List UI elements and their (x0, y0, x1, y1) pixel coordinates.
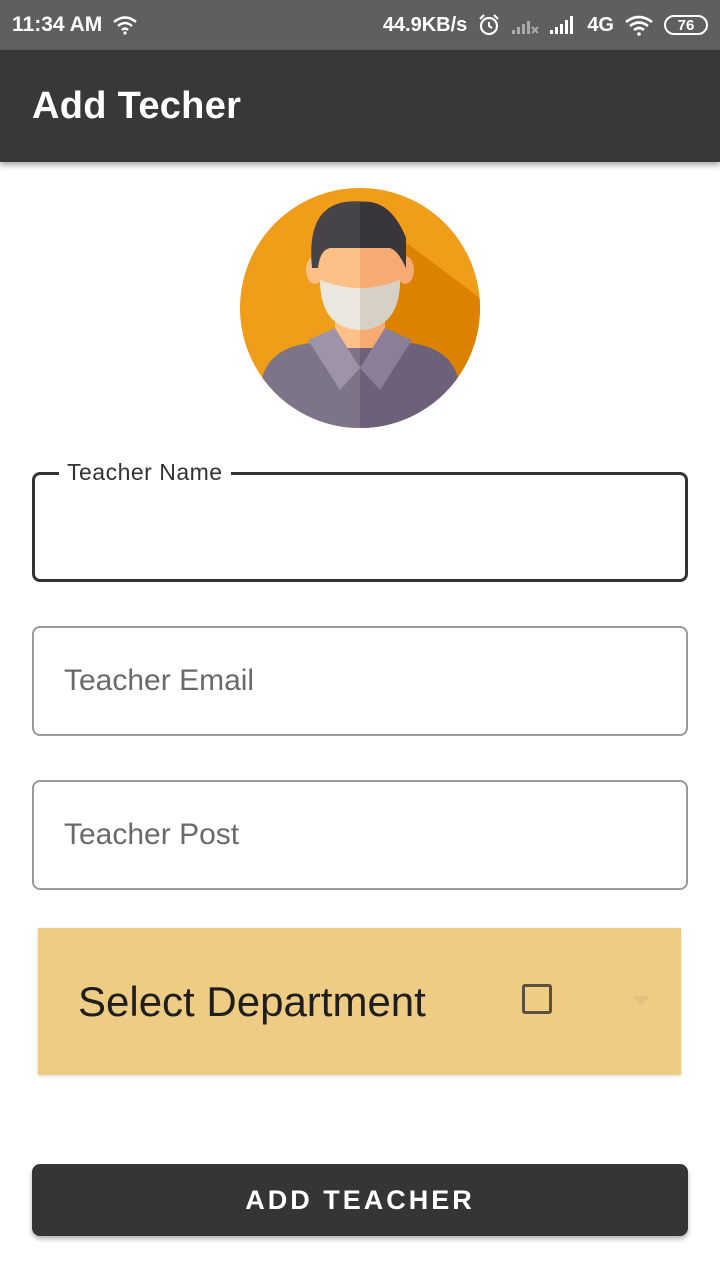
wifi-icon (112, 15, 138, 35)
wifi-icon (624, 14, 654, 36)
teacher-email-field[interactable] (32, 626, 688, 736)
teacher-post-field[interactable] (32, 780, 688, 890)
signal-strong-icon (549, 15, 577, 35)
dropdown-arrow-icon (632, 996, 650, 1005)
status-right: 44.9KB/s 4G 76 (383, 13, 708, 37)
app-bar: Add Techer (0, 50, 720, 162)
battery-indicator: 76 (664, 15, 708, 35)
status-time: 11:34 AM (12, 13, 103, 36)
page-title: Add Techer (32, 84, 242, 127)
teacher-name-field[interactable]: Teacher Name (32, 459, 688, 582)
teacher-avatar-icon[interactable] (240, 188, 480, 428)
alarm-icon (477, 13, 501, 37)
select-department-label: Select Department (78, 977, 426, 1025)
teacher-name-input[interactable] (35, 475, 685, 579)
teacher-name-label: Teacher Name (59, 459, 231, 486)
status-bar: 11:34 AM 44.9KB/s 4G 76 (0, 0, 720, 50)
status-left: 11:34 AM (12, 13, 138, 37)
network-type: 4G (587, 13, 614, 36)
network-speed: 44.9KB/s (382, 13, 468, 36)
teacher-post-input[interactable] (34, 782, 686, 888)
select-department-dropdown[interactable]: Select Department (38, 928, 681, 1075)
department-checkbox[interactable] (522, 984, 552, 1014)
signal-weak-icon (511, 15, 540, 35)
add-teacher-button[interactable]: ADD TEACHER (32, 1164, 688, 1236)
teacher-email-input[interactable] (34, 628, 686, 734)
